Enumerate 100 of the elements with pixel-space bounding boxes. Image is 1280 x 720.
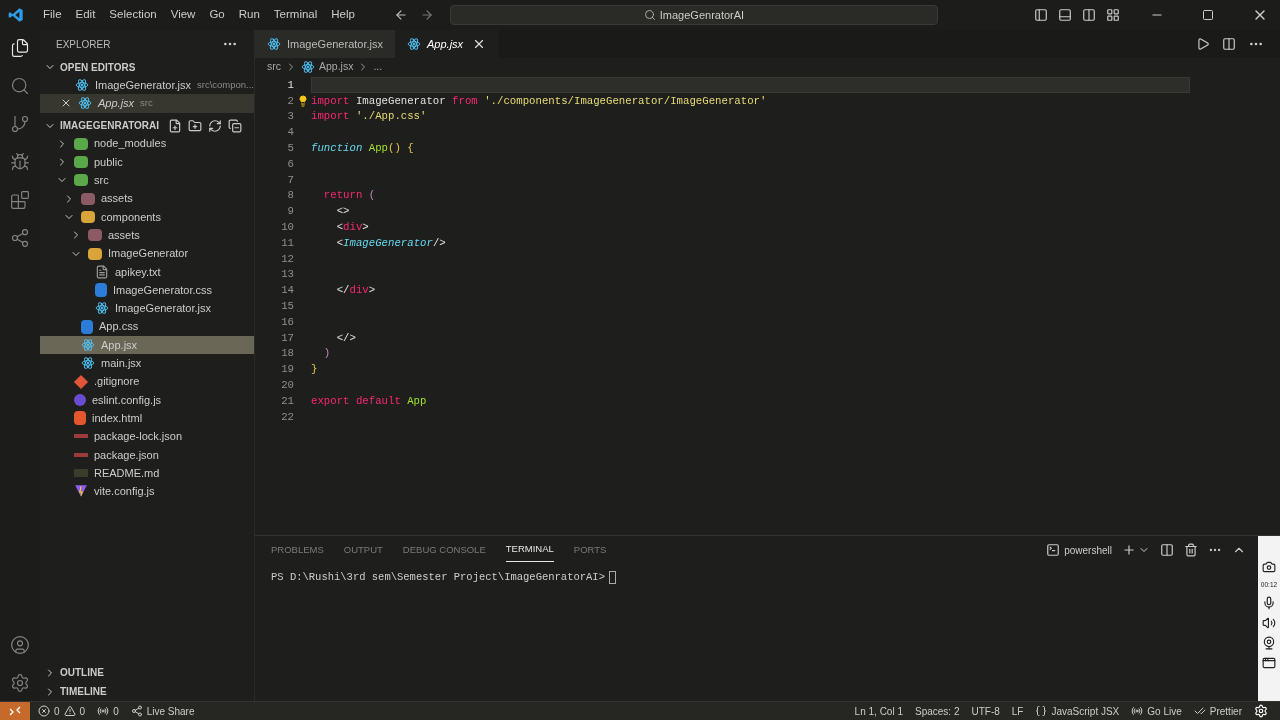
terminal-name[interactable]: powershell [1064,542,1112,558]
account-icon[interactable] [10,635,30,655]
search-text: ImageGenratorAI [659,7,745,23]
breadcrumb-item[interactable]: ... [373,59,383,75]
status-item[interactable]: Spaces: 2 [915,703,960,719]
tree-item[interactable]: ImageGenerator.css [40,280,254,300]
lightbulb-icon[interactable] [296,94,309,107]
breadcrumb-item[interactable]: App.jsx [319,59,354,75]
window-icon[interactable] [1262,655,1276,670]
status-item[interactable]: Go Live [1131,703,1182,719]
tree-item[interactable]: package.json [40,445,254,464]
tree-item[interactable]: node_modules [40,134,254,153]
menu-item[interactable]: File [36,6,69,24]
file-name: src [94,173,109,189]
menu-item[interactable]: Selection [102,6,164,24]
panel-tab[interactable]: TERMINAL [505,538,554,562]
react-icon [407,37,421,51]
tree-item[interactable]: main.jsx [40,354,254,373]
forward-arrow-icon[interactable] [419,8,434,22]
menu-item[interactable]: Help [324,6,362,24]
collapse-icon[interactable] [228,118,242,133]
run-icon[interactable] [1196,37,1210,51]
close-tab-icon[interactable] [472,37,486,51]
layout-icon[interactable] [1082,8,1096,22]
refresh-icon[interactable] [208,118,222,133]
trash-icon[interactable] [1184,543,1198,557]
warning-count: 0 [79,704,86,719]
status-item[interactable]: Ln 1, Col 1 [854,703,903,719]
breadcrumb-item[interactable]: src [267,59,281,75]
status-item[interactable]: Prettier [1193,703,1242,719]
tree-item[interactable]: App.css [40,317,254,336]
restore-icon[interactable] [1202,9,1214,21]
menu-item[interactable]: View [163,6,203,24]
bug-icon[interactable] [10,152,30,172]
problems-status[interactable]: 0 0 [38,703,86,719]
tree-item[interactable]: index.html [40,409,254,428]
split-terminal-icon[interactable] [1160,543,1174,557]
code-line: </div> [335,283,377,299]
menu-item[interactable]: Terminal [266,6,325,24]
ports-status[interactable]: 0 [97,703,119,719]
tree-item[interactable]: eslint.config.js [40,390,254,410]
status-item[interactable]: JavaScript JSX [1035,703,1120,719]
broadcast-icon [1131,705,1144,717]
file-name: package.json [94,447,159,463]
tree-item[interactable]: vite.config.js [40,482,254,501]
tree-item[interactable]: public [40,152,254,172]
panel-tab[interactable]: DEBUG CONSOLE [402,538,486,562]
share-icon[interactable] [10,228,30,248]
branch-icon[interactable] [10,114,30,134]
tree-item[interactable]: ImageGenerator.jsx [40,299,254,318]
speaker-icon[interactable] [1262,615,1276,630]
css-file-icon [81,319,93,334]
camera-icon[interactable] [1262,560,1276,574]
files-icon[interactable] [10,38,30,58]
new-file-icon[interactable] [168,118,182,133]
panel-tab[interactable]: PROBLEMS [271,538,324,562]
layout-icon[interactable] [1106,8,1120,22]
file-name: index.html [92,410,143,426]
tree-item[interactable]: components [40,207,254,227]
tree-item[interactable]: assets [40,189,254,208]
code-line: return ( [322,188,377,204]
tree-item[interactable]: README.md [40,463,254,483]
command-search-field[interactable]: ImageGenratorAI [449,5,938,25]
menu-item[interactable]: Go [202,6,232,24]
new-terminal-icon[interactable] [1122,543,1136,557]
layout-icon[interactable] [1058,8,1072,22]
microphone-icon[interactable] [1262,595,1276,610]
menu-item[interactable]: Run [231,6,267,24]
editor-tab[interactable]: ImageGenerator.jsx [255,30,395,58]
panel-tab[interactable]: PORTS [573,538,607,562]
tree-item[interactable]: apikey.txt [40,262,254,281]
panel-tab[interactable]: OUTPUT [343,538,383,562]
new-folder-icon[interactable] [188,118,202,133]
open-editor-item[interactable]: ImageGenerator.jsx src\compon... [40,76,254,95]
tree-item[interactable]: package-lock.json [40,427,254,446]
status-item[interactable]: LF [1011,703,1024,719]
remote-button[interactable] [0,702,30,720]
back-arrow-icon[interactable] [393,8,408,22]
layout-icon[interactable] [1034,8,1048,22]
tree-item[interactable]: src [40,171,254,190]
open-editor-item[interactable]: App.jsx src [40,94,254,113]
tree-item[interactable]: assets [40,226,254,245]
split-editor-icon[interactable] [1222,37,1236,51]
search-icon[interactable] [10,76,30,96]
editor-tab[interactable]: App.jsx [395,30,498,58]
live-share-status[interactable]: Live Share [130,703,195,719]
code-line: import './App.css' [311,109,428,125]
webcam-icon[interactable] [1262,635,1276,650]
antenna-icon [97,705,110,717]
section-header[interactable]: TIMELINE [40,682,254,701]
tree-item[interactable]: .gitignore [40,372,254,391]
menu-item[interactable]: Edit [68,6,103,24]
blocks-icon[interactable] [10,190,30,210]
section-header[interactable]: OUTLINE [40,663,254,682]
status-item[interactable]: UTF-8 [971,703,1000,719]
tree-item[interactable]: ImageGenerator [40,244,254,263]
tree-item[interactable]: App.jsx [40,335,254,355]
section-header[interactable]: OPEN EDITORS [40,58,254,76]
search-icon [643,9,656,21]
section-title: OUTLINE [60,666,104,680]
